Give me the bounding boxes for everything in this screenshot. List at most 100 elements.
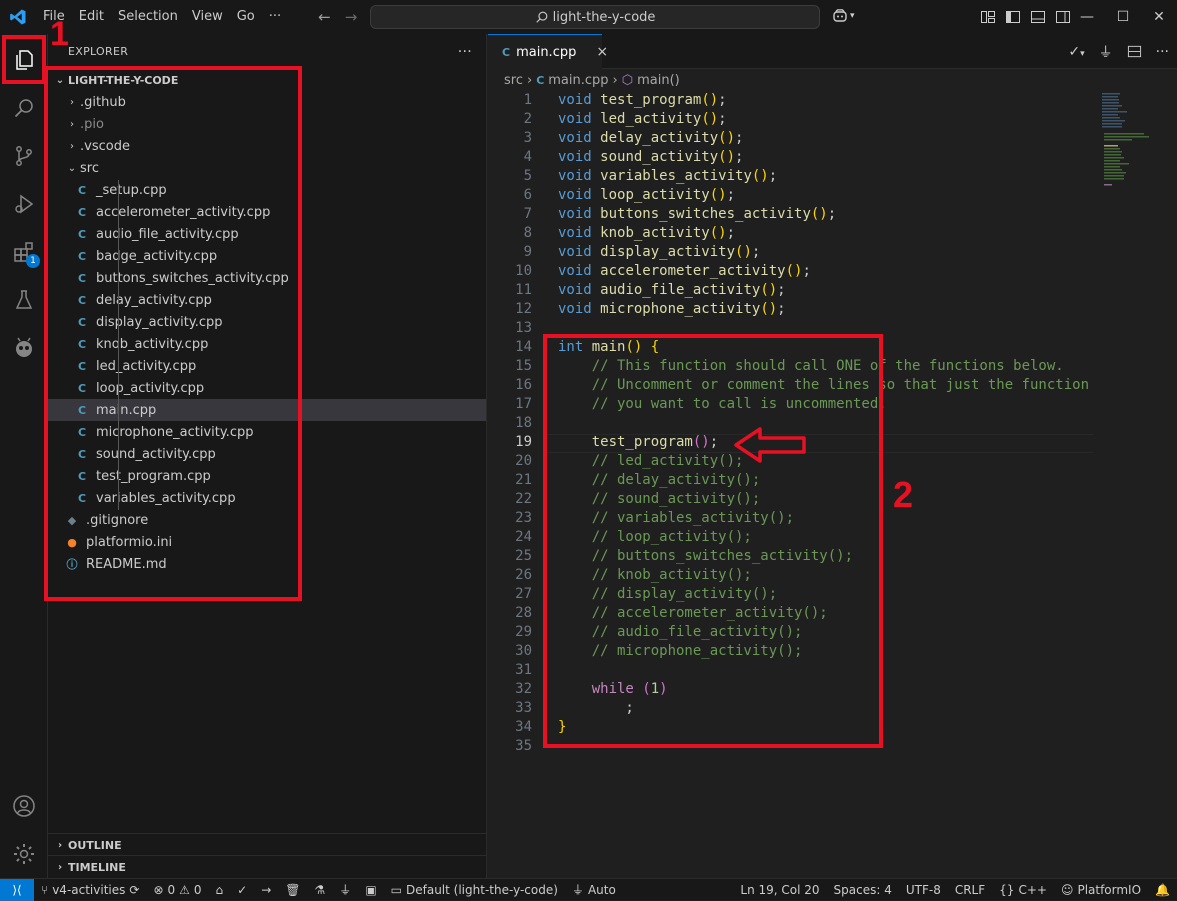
remote-indicator-icon[interactable]: ⟩⟨ xyxy=(0,878,34,901)
cursor-position[interactable]: Ln 19, Col 20 xyxy=(733,883,826,897)
outline-section[interactable]: › OUTLINE xyxy=(48,833,487,856)
toggle-panel-icon[interactable] xyxy=(1030,9,1046,25)
tree-file[interactable]: Cbuttons_switches_activity.cpp xyxy=(48,267,486,289)
pio-clean-icon[interactable]: 🗑 xyxy=(278,883,307,897)
pio-test-icon[interactable]: ⚗ xyxy=(308,883,333,897)
source-control-icon[interactable] xyxy=(0,132,48,180)
code-token: void xyxy=(558,111,601,127)
menu-edit[interactable]: Edit xyxy=(72,0,111,34)
forward-arrow-icon[interactable]: → xyxy=(345,8,358,26)
customize-layout-icon[interactable] xyxy=(980,9,996,25)
tree-file[interactable]: Cled_activity.cpp xyxy=(48,355,486,377)
code-line: 10 void accelerometer_activity(); xyxy=(488,262,1088,281)
tab-main-cpp[interactable]: C main.cpp × xyxy=(488,34,608,69)
tree-file[interactable]: Ctest_program.cpp xyxy=(48,465,486,487)
problems-status[interactable]: ⊗ 0 ⚠ 0 xyxy=(146,883,208,897)
tree-file[interactable]: ⓘ README.md xyxy=(48,553,486,575)
maximize-icon[interactable]: ☐ xyxy=(1105,0,1141,34)
tree-file[interactable]: Caccelerometer_activity.cpp xyxy=(48,201,486,223)
code-token: void xyxy=(558,225,601,241)
search-icon[interactable] xyxy=(0,84,48,132)
code-token: loop_activity xyxy=(600,187,710,203)
tree-file[interactable]: Cbadge_activity.cpp xyxy=(48,245,486,267)
testing-icon[interactable] xyxy=(0,276,48,324)
code-line: 8 void knob_activity(); xyxy=(488,224,1088,243)
tree-file[interactable]: ◆ .gitignore xyxy=(48,509,486,531)
pio-build-icon[interactable]: ✓ xyxy=(230,883,254,897)
tree-folder[interactable]: › .vscode xyxy=(48,135,486,157)
code-token: sound_activity xyxy=(600,149,719,165)
end-of-line[interactable]: CRLF xyxy=(948,883,992,897)
tree-file[interactable]: Cmain.cpp xyxy=(48,399,486,421)
explorer-icon[interactable] xyxy=(0,36,48,84)
tree-file[interactable]: Caudio_file_activity.cpp xyxy=(48,223,486,245)
tree-file[interactable]: Cknob_activity.cpp xyxy=(48,333,486,355)
close-icon[interactable]: ✕ xyxy=(1141,0,1177,34)
code-token: ; xyxy=(718,111,727,127)
tree-label: README.md xyxy=(86,556,167,572)
more-actions-button[interactable]: ··· xyxy=(1156,44,1169,60)
code-line: 24 // loop_activity(); xyxy=(488,528,1088,547)
platformio-status[interactable]: ☺ PlatformIO xyxy=(1054,883,1148,897)
pio-serial-monitor-icon[interactable]: ⏚ xyxy=(332,881,358,898)
encoding[interactable]: UTF-8 xyxy=(899,883,948,897)
code-token: ; xyxy=(751,244,761,260)
plug-icon[interactable]: ⏚ xyxy=(1099,42,1113,62)
tree-label: platformio.ini xyxy=(86,534,173,550)
code-token: // accelerometer_activity(); xyxy=(558,605,828,621)
pio-port-switch[interactable]: ⏚ Auto xyxy=(565,881,623,898)
indentation[interactable]: Spaces: 4 xyxy=(827,883,899,897)
notifications-bell-icon[interactable]: 🔔 xyxy=(1148,883,1177,897)
line-number: 28 xyxy=(515,605,532,621)
menu-selection[interactable]: Selection xyxy=(111,0,185,34)
tree-file[interactable]: Cdisplay_activity.cpp xyxy=(48,311,486,333)
breadcrumb-file[interactable]: main.cpp xyxy=(548,73,608,88)
menu-go[interactable]: Go xyxy=(230,0,262,34)
minimize-icon[interactable]: — xyxy=(1069,0,1105,34)
branch-status[interactable]: ⑂ v4-activities ⟳ xyxy=(34,883,146,897)
tree-file[interactable]: C _setup.cpp xyxy=(48,179,486,201)
command-center-search[interactable]: light-the-y-code xyxy=(370,5,820,29)
timeline-section[interactable]: › TIMELINE xyxy=(48,855,487,878)
tree-label: led_activity.cpp xyxy=(96,358,197,374)
copilot-button[interactable]: ▾ xyxy=(832,8,855,24)
editor-actions: ✓▾ ⏚ ··· xyxy=(1068,34,1169,69)
tree-folder[interactable]: ⌄ src xyxy=(48,157,486,179)
menu-view[interactable]: View xyxy=(185,0,230,34)
back-arrow-icon[interactable]: ← xyxy=(318,8,331,26)
tree-file[interactable]: Cdelay_activity.cpp xyxy=(48,289,486,311)
tree-folder[interactable]: › .pio xyxy=(48,113,486,135)
code-token: variables_activity xyxy=(600,168,752,184)
extensions-icon[interactable]: 1 xyxy=(0,228,48,276)
split-editor-icon[interactable] xyxy=(1127,44,1142,59)
pio-env-switch[interactable]: ▭ Default (light-the-y-code) xyxy=(384,883,565,897)
tree-label: buttons_switches_activity.cpp xyxy=(96,270,289,286)
minimap[interactable] xyxy=(1088,91,1177,878)
explorer-more-button[interactable]: ··· xyxy=(458,44,472,60)
tree-file[interactable]: Cloop_activity.cpp xyxy=(48,377,486,399)
chevron-right-icon: › xyxy=(70,118,74,130)
pio-upload-icon[interactable]: → xyxy=(254,883,278,897)
cpp-file-icon: C xyxy=(77,205,87,219)
pio-home-icon[interactable]: ⌂ xyxy=(209,883,231,897)
tree-file[interactable]: Cvariables_activity.cpp xyxy=(48,487,486,509)
tree-file[interactable]: Cmicrophone_activity.cpp xyxy=(48,421,486,443)
language-mode[interactable]: {} C++ xyxy=(992,883,1054,897)
breadcrumb-symbol[interactable]: main() xyxy=(637,73,680,88)
tree-file[interactable]: Csound_activity.cpp xyxy=(48,443,486,465)
tab-close-button[interactable]: × xyxy=(596,44,608,60)
pio-terminal-icon[interactable]: ▣ xyxy=(358,883,383,897)
platformio-icon[interactable] xyxy=(0,324,48,372)
account-icon[interactable] xyxy=(0,782,48,830)
tree-file[interactable]: ● platformio.ini xyxy=(48,531,486,553)
check-icon[interactable]: ✓▾ xyxy=(1068,44,1084,60)
settings-gear-icon[interactable] xyxy=(0,830,48,878)
tree-folder[interactable]: › .github xyxy=(48,91,486,113)
outline-label: OUTLINE xyxy=(68,838,122,852)
toggle-primary-sidebar-icon[interactable] xyxy=(1005,9,1021,25)
more-menu-button[interactable]: ··· xyxy=(262,0,288,34)
run-debug-icon[interactable] xyxy=(0,180,48,228)
breadcrumb-src[interactable]: src xyxy=(504,73,523,88)
workspace-root[interactable]: ⌄ LIGHT-THE-Y-CODE xyxy=(48,69,486,91)
